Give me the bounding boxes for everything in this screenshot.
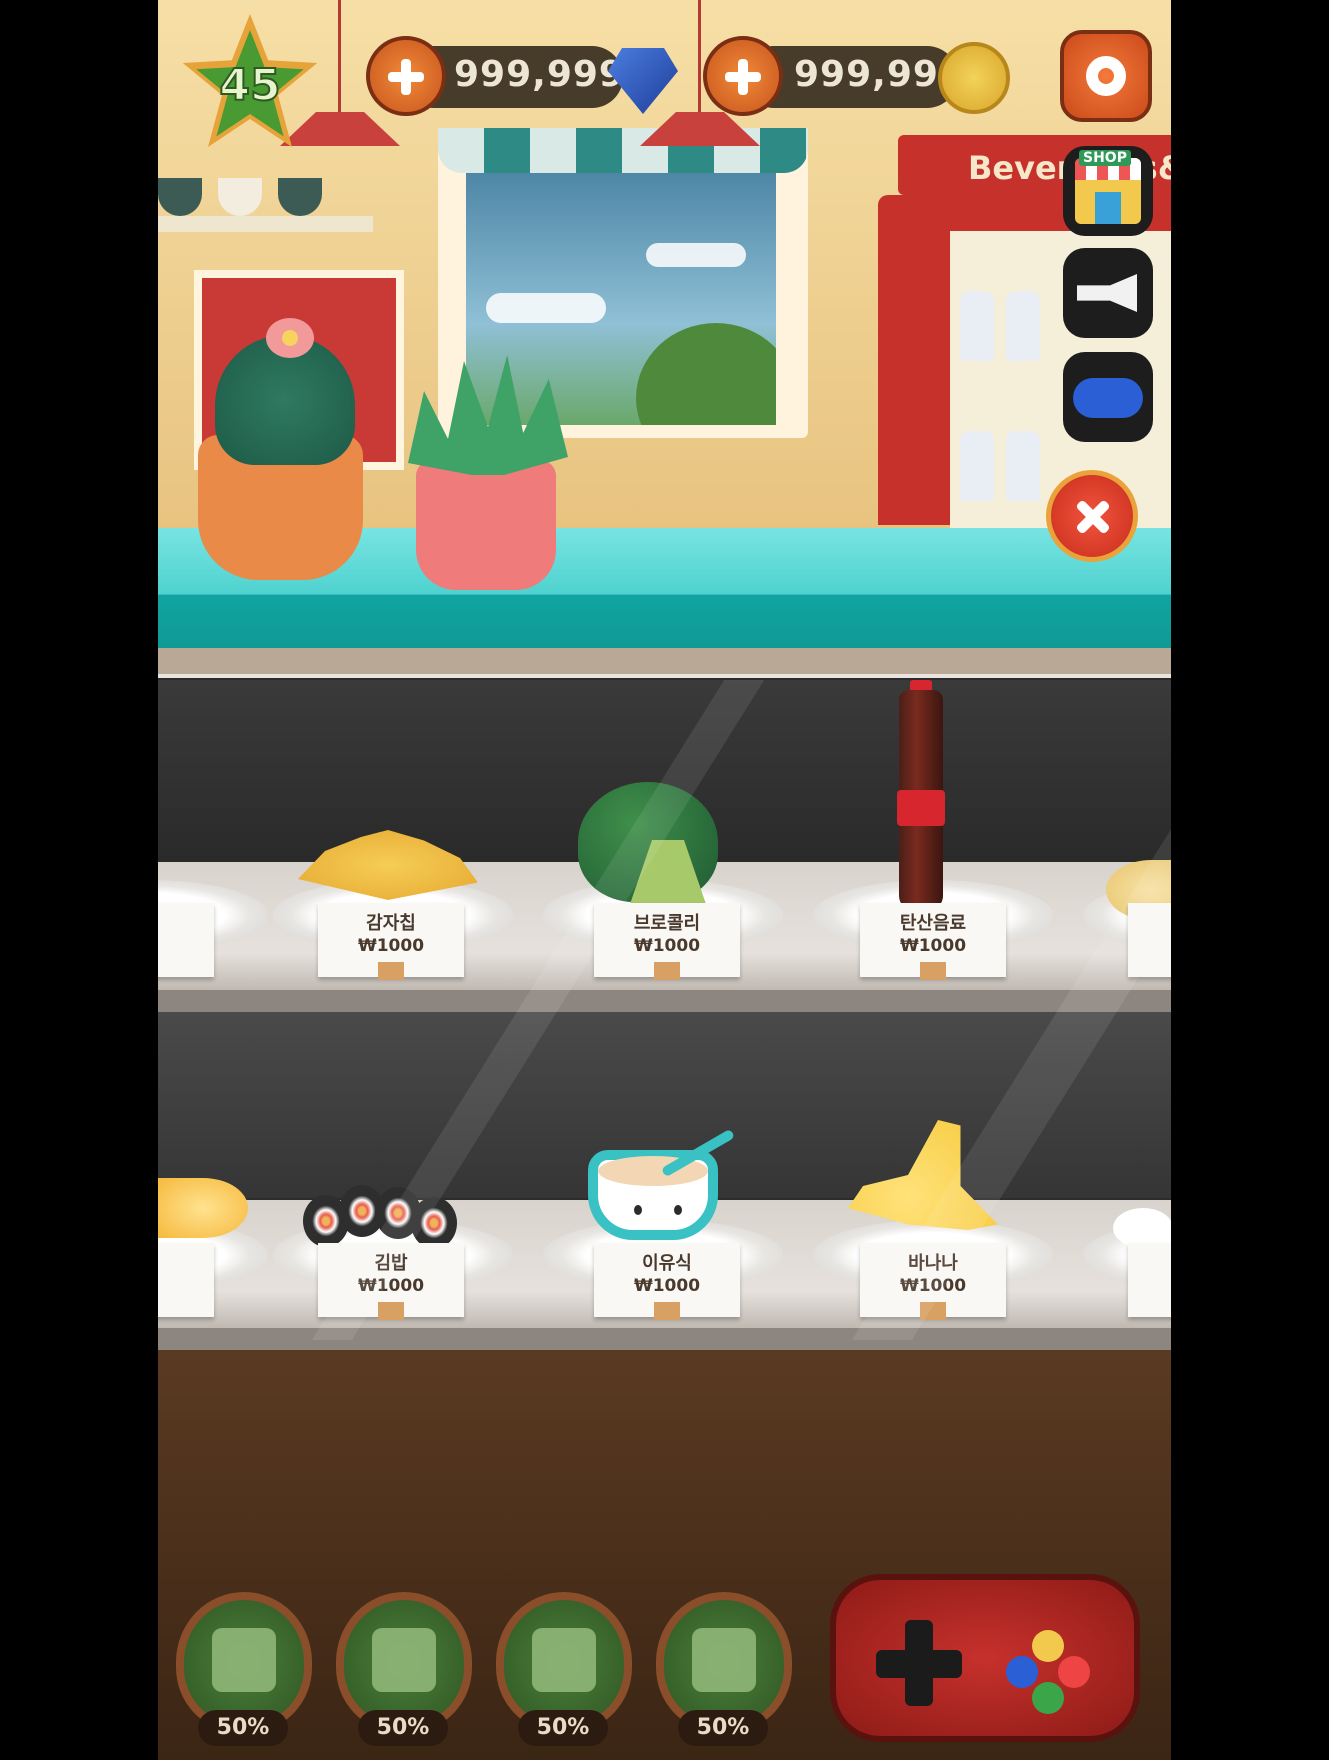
- awning: [438, 128, 808, 173]
- bathtub-icon: [532, 1628, 596, 1692]
- add-gems-button[interactable]: [366, 36, 446, 116]
- settings-button[interactable]: [1060, 30, 1152, 122]
- price-tag[interactable]: 계 ₩: [1128, 1243, 1171, 1317]
- item-name: 탄산음료: [899, 913, 967, 934]
- coin-icon: [938, 42, 1010, 114]
- counter-edge: [158, 648, 1171, 674]
- item-price: ₩1000: [633, 936, 701, 956]
- price-tag[interactable]: [158, 1243, 214, 1317]
- item-price: ₩1000: [357, 936, 425, 956]
- fried-egg[interactable]: [1113, 1208, 1171, 1248]
- hand-icon: [212, 1628, 276, 1692]
- gear-icon: [1086, 56, 1126, 96]
- need-percent: 50%: [678, 1710, 768, 1746]
- cup-shelf: [158, 216, 373, 232]
- item-name: 이유식: [642, 1253, 692, 1274]
- shop-icon: [1075, 158, 1141, 224]
- announcement-button[interactable]: [1063, 248, 1153, 338]
- minigame-button[interactable]: [1063, 352, 1153, 442]
- fork-spoon-icon: [372, 1628, 436, 1692]
- game-console-button[interactable]: [830, 1574, 1140, 1742]
- window: [438, 128, 808, 438]
- add-coins-button[interactable]: [703, 36, 783, 116]
- item-name: 감자칩: [366, 913, 416, 934]
- cactus-flower: [266, 318, 314, 358]
- player-level: 45: [218, 59, 281, 112]
- need-percent: 50%: [198, 1710, 288, 1746]
- item-price: ₩: [1128, 1275, 1171, 1297]
- megaphone-icon: [1077, 274, 1137, 312]
- flower-pot: [416, 460, 556, 590]
- close-button[interactable]: [1046, 470, 1138, 562]
- need-percent: 50%: [518, 1710, 608, 1746]
- gem-amount: 999,999: [454, 54, 625, 95]
- item-price: ₩1000: [899, 936, 967, 956]
- gamepad-icon: [1073, 378, 1143, 418]
- game-screen: Beverages& 감자칩 ₩1000 브로콜리 ₩1000 탄산음료 ₩10…: [158, 0, 1171, 1760]
- need-percent: 50%: [358, 1710, 448, 1746]
- bed-icon: [692, 1628, 756, 1692]
- item-name: 계: [1128, 1253, 1171, 1275]
- item-price: ₩1000: [633, 1276, 701, 1296]
- shop-button[interactable]: SHOP: [1063, 146, 1153, 236]
- price-tag[interactable]: [158, 903, 214, 977]
- omelet[interactable]: [158, 1178, 248, 1238]
